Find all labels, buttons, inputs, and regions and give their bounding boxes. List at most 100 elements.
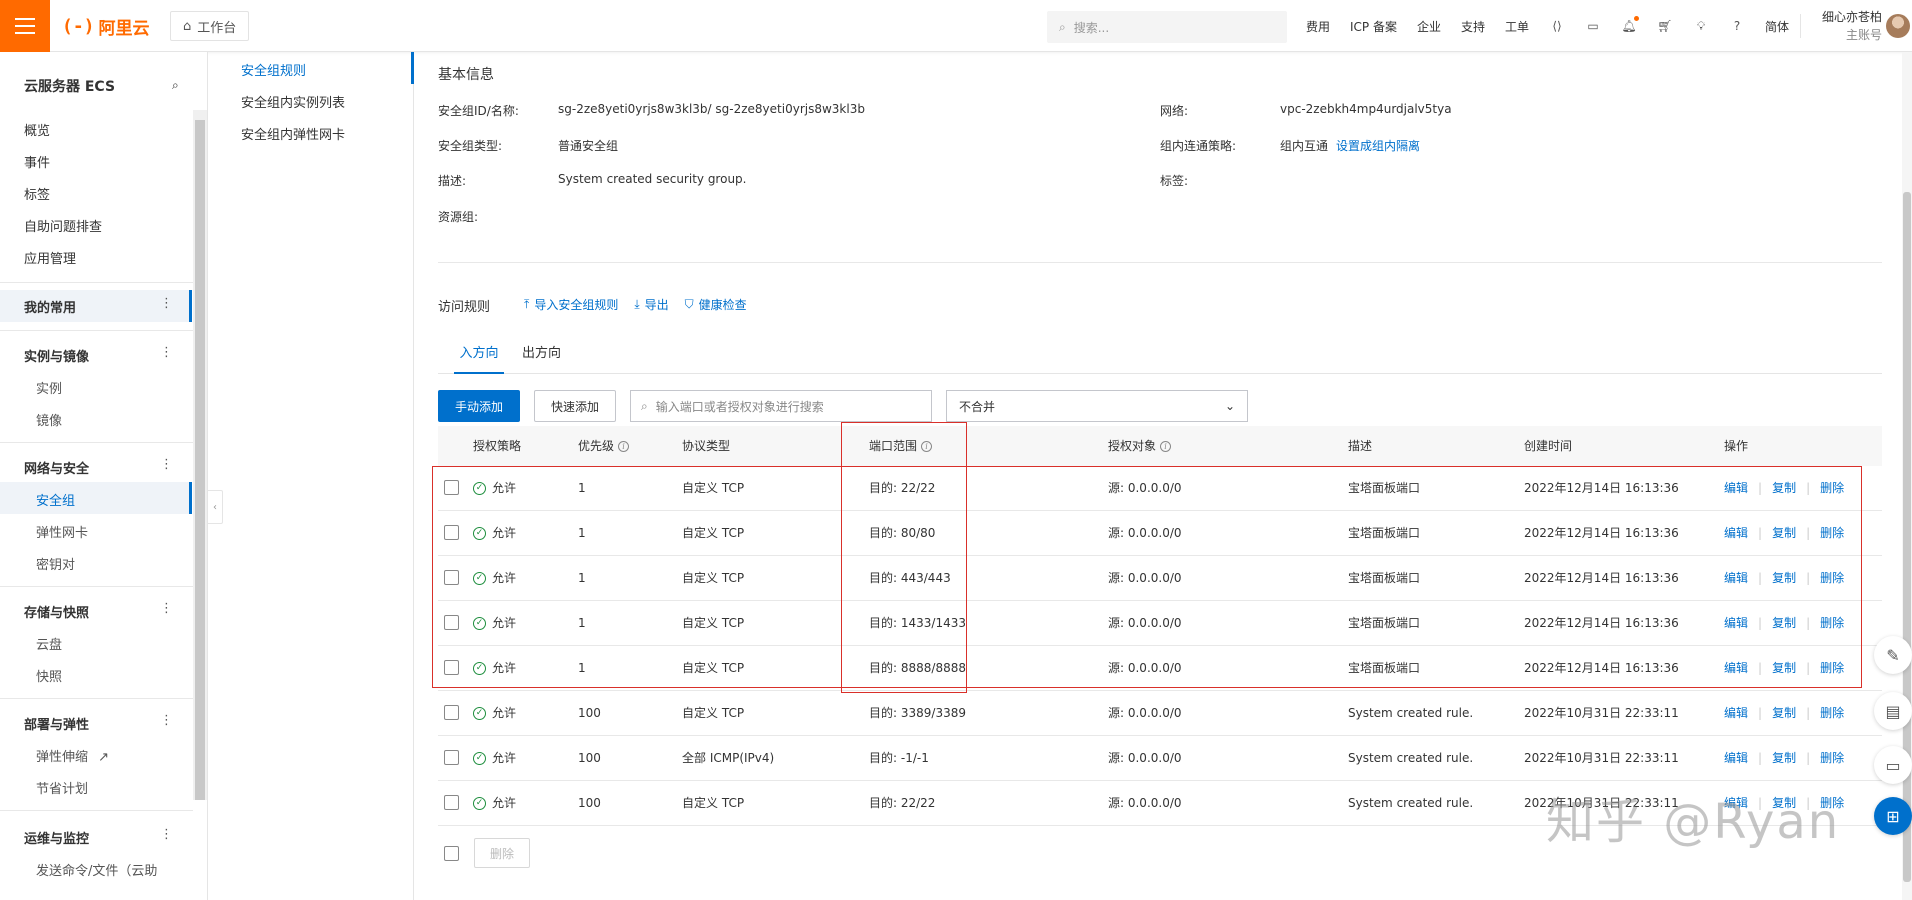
- set-isolation-link[interactable]: 设置成组内隔离: [1336, 137, 1420, 154]
- sidebar-group-storage[interactable]: 存储与快照: [24, 602, 89, 621]
- delete-link[interactable]: 删除: [1820, 556, 1844, 601]
- sidebar-item-send-command[interactable]: 发送命令/文件（云助: [36, 860, 157, 879]
- sidebar-item-disk[interactable]: 云盘: [36, 634, 62, 653]
- subnav-item-instances[interactable]: 安全组内实例列表: [241, 92, 345, 111]
- sidebar-item-troubleshoot[interactable]: 自助问题排查: [24, 216, 102, 235]
- copy-link[interactable]: 复制: [1772, 691, 1796, 736]
- sidebar-item-app-management[interactable]: 应用管理: [24, 248, 76, 267]
- sidebar-item-events[interactable]: 事件: [24, 152, 50, 171]
- user-menu[interactable]: 细心亦苍柏 主账号: [1802, 8, 1882, 44]
- add-quick-button[interactable]: 快速添加: [534, 390, 616, 422]
- bulb-icon[interactable]: 💡︎: [1693, 18, 1709, 34]
- delete-link[interactable]: 删除: [1820, 691, 1844, 736]
- terminal-icon[interactable]: ▭: [1585, 18, 1601, 34]
- tab-inbound[interactable]: 入方向: [454, 334, 504, 374]
- sidebar-group-instances[interactable]: 实例与镜像: [24, 346, 89, 365]
- row-checkbox[interactable]: [444, 570, 459, 585]
- code-icon[interactable]: ⟨⟩: [1549, 18, 1565, 34]
- delete-link[interactable]: 删除: [1820, 601, 1844, 646]
- merge-select[interactable]: 不合并 ⌄: [946, 390, 1248, 422]
- more-icon[interactable]: ⋮: [160, 296, 173, 311]
- add-manual-button[interactable]: 手动添加: [438, 390, 520, 422]
- sidebar-item-tags[interactable]: 标签: [24, 184, 50, 203]
- sidebar-item-eni[interactable]: 弹性网卡: [36, 522, 88, 541]
- bulk-delete-button[interactable]: 删除: [474, 838, 530, 868]
- sidebar-item-autoscaling[interactable]: 弹性伸缩 ↗: [36, 746, 109, 765]
- sidebar-item-image[interactable]: 镜像: [36, 410, 62, 429]
- edit-link[interactable]: 编辑: [1724, 691, 1748, 736]
- info-icon[interactable]: i: [1160, 440, 1172, 452]
- language-switch[interactable]: 简体: [1765, 18, 1789, 35]
- edit-link[interactable]: 编辑: [1724, 646, 1748, 691]
- sidebar-group-ops[interactable]: 运维与监控: [24, 828, 89, 847]
- more-icon[interactable]: ⋮: [160, 457, 173, 472]
- copy-link[interactable]: 复制: [1772, 556, 1796, 601]
- sidebar-group-deploy[interactable]: 部署与弹性: [24, 714, 89, 733]
- help-icon[interactable]: ?: [1729, 18, 1745, 34]
- sidebar-group-favorites[interactable]: 我的常用: [24, 297, 76, 316]
- sidebar-search-icon[interactable]: ⌕: [172, 78, 179, 93]
- row-checkbox[interactable]: [444, 795, 459, 810]
- copy-link[interactable]: 复制: [1772, 646, 1796, 691]
- more-icon[interactable]: ⋮: [160, 345, 173, 360]
- copy-link[interactable]: 复制: [1772, 466, 1796, 511]
- copy-link[interactable]: 复制: [1772, 601, 1796, 646]
- bell-icon[interactable]: 🔔︎: [1621, 16, 1640, 34]
- sidebar-item-keypair[interactable]: 密钥对: [36, 554, 75, 573]
- more-icon[interactable]: ⋮: [160, 827, 173, 842]
- info-icon[interactable]: i: [921, 440, 933, 452]
- edit-icon[interactable]: ✎: [1874, 636, 1912, 674]
- sidebar-item-savings-plan[interactable]: 节省计划: [36, 778, 88, 797]
- tab-outbound[interactable]: 出方向: [522, 334, 561, 374]
- delete-link[interactable]: 删除: [1820, 736, 1844, 781]
- nav-support[interactable]: 支持: [1461, 18, 1485, 35]
- sidebar-item-security-group[interactable]: 安全组: [36, 490, 75, 509]
- copy-link[interactable]: 复制: [1772, 511, 1796, 556]
- sidebar-group-network[interactable]: 网络与安全: [24, 458, 89, 477]
- nav-icp[interactable]: ICP 备案: [1350, 18, 1397, 35]
- edit-link[interactable]: 编辑: [1724, 556, 1748, 601]
- apps-icon[interactable]: ⊞: [1874, 797, 1912, 835]
- avatar[interactable]: [1886, 14, 1910, 38]
- sidebar-item-overview[interactable]: 概览: [24, 120, 50, 139]
- row-checkbox[interactable]: [444, 750, 459, 765]
- import-rules-button[interactable]: ⤒ 导入安全组规则: [524, 296, 618, 313]
- global-search-input[interactable]: ⌕ 搜索...: [1047, 11, 1287, 43]
- more-icon[interactable]: ⋮: [160, 601, 173, 616]
- delete-link[interactable]: 删除: [1820, 466, 1844, 511]
- book-icon[interactable]: ▤: [1874, 692, 1912, 730]
- edit-link[interactable]: 编辑: [1724, 466, 1748, 511]
- copy-link[interactable]: 复制: [1772, 736, 1796, 781]
- edit-link[interactable]: 编辑: [1724, 601, 1748, 646]
- sidebar-scrollbar[interactable]: [193, 110, 207, 800]
- chat-icon[interactable]: ▭: [1874, 746, 1912, 784]
- row-checkbox[interactable]: [444, 480, 459, 495]
- delete-link[interactable]: 删除: [1820, 646, 1844, 691]
- subnav-item-rules[interactable]: 安全组规则: [241, 60, 306, 79]
- sidebar-item-snapshot[interactable]: 快照: [36, 666, 62, 685]
- delete-link[interactable]: 删除: [1820, 511, 1844, 556]
- subnav-item-eni[interactable]: 安全组内弹性网卡: [241, 124, 345, 143]
- more-icon[interactable]: ⋮: [160, 713, 173, 728]
- row-checkbox[interactable]: [444, 525, 459, 540]
- sidebar-item-instance[interactable]: 实例: [36, 378, 62, 397]
- row-checkbox[interactable]: [444, 660, 459, 675]
- health-check-button[interactable]: ⛉ 健康检查: [685, 296, 747, 313]
- export-button[interactable]: ⤓ 导出: [634, 296, 668, 313]
- row-checkbox[interactable]: [444, 615, 459, 630]
- nav-fee[interactable]: 费用: [1306, 18, 1330, 35]
- rule-search-input[interactable]: ⌕ 输入端口或者授权对象进行搜索: [630, 390, 932, 422]
- edit-link[interactable]: 编辑: [1724, 511, 1748, 556]
- nav-ticket[interactable]: 工单: [1505, 18, 1529, 35]
- network-value[interactable]: vpc-2zebkh4mp4urdjalv5tya: [1280, 102, 1452, 116]
- edit-link[interactable]: 编辑: [1724, 736, 1748, 781]
- nav-enterprise[interactable]: 企业: [1417, 18, 1441, 35]
- collapse-sidebar-handle[interactable]: ‹: [207, 490, 223, 524]
- cart-icon[interactable]: 🛒︎: [1657, 18, 1673, 34]
- row-checkbox[interactable]: [444, 705, 459, 720]
- workbench-button[interactable]: ⌂ 工作台: [170, 11, 250, 41]
- aliyun-logo[interactable]: (-) 阿里云: [62, 14, 150, 39]
- info-icon[interactable]: i: [618, 440, 630, 452]
- select-all-checkbox[interactable]: [444, 846, 459, 861]
- menu-icon[interactable]: [0, 0, 50, 52]
